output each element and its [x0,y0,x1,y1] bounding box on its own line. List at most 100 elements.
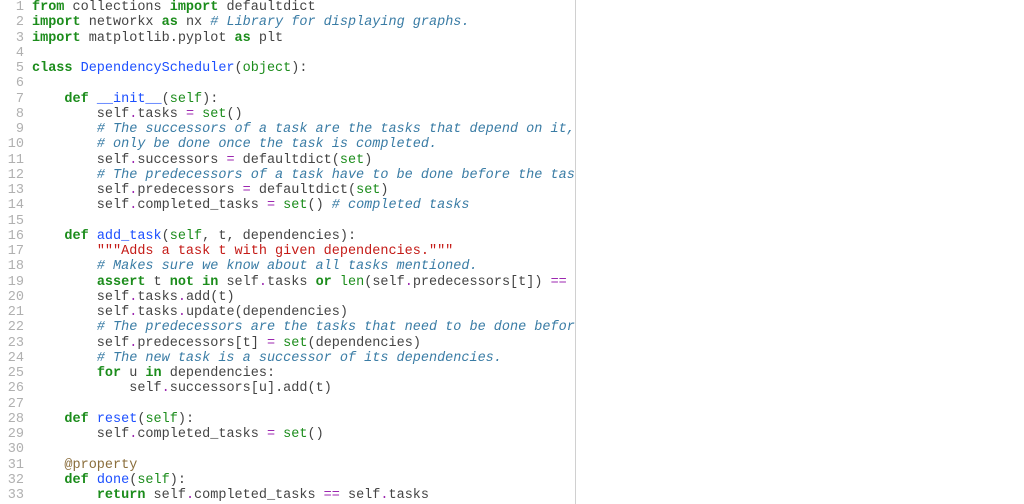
token-name [32,137,97,152]
code-line[interactable] [32,76,576,91]
code-line[interactable]: """Adds a task t with given dependencies… [32,244,576,259]
code-line[interactable]: self.tasks.add(t) [32,290,576,305]
token-paren: ( [235,305,243,320]
token-name: self [154,488,186,503]
code-line[interactable]: def done(self): [32,473,576,488]
token-paren: ]) [526,275,550,290]
token-name: predecessors [413,275,510,290]
token-name: t [154,275,170,290]
code-line[interactable]: class DependencyScheduler(object): [32,61,576,76]
code-line[interactable]: # The successors of a task are the tasks… [32,122,576,137]
code-line[interactable]: self.predecessors[t] = set(dependencies) [32,336,576,351]
token-name: self [32,183,129,198]
token-name: u [259,381,267,396]
code-line[interactable] [32,442,576,457]
code-line[interactable]: self.successors = defaultdict(set) [32,153,576,168]
token-name: self [32,427,129,442]
token-name [32,92,64,107]
token-name: collections [73,0,170,15]
token-name: successors [170,381,251,396]
token-name: update [186,305,235,320]
code-line[interactable]: # The predecessors are the tasks that ne… [32,320,576,335]
code-line[interactable]: def reset(self): [32,412,576,427]
token-comment: # Makes sure we know about all tasks men… [97,259,478,274]
token-comment: # The new task is a successor of its dep… [97,351,502,366]
token-name: tasks [389,488,430,503]
token-kw: not in [170,275,227,290]
token-name: add [186,290,210,305]
token-name [32,412,64,427]
token-kw: or [316,275,340,290]
line-number: 6 [0,76,24,91]
code-content[interactable]: from collections import defaultdictimpor… [30,0,576,503]
token-fn: add_task [97,229,162,244]
token-paren: [ [510,275,518,290]
code-line[interactable] [32,46,576,61]
token-name [32,488,97,503]
code-line[interactable]: # Makes sure we know about all tasks men… [32,259,576,274]
token-name [32,275,97,290]
code-area[interactable]: 1234567891011121314151617181920212223242… [0,0,575,503]
code-line[interactable] [32,214,576,229]
code-line[interactable]: for u in dependencies: [32,366,576,381]
token-name: tasks [137,290,178,305]
code-line[interactable]: assert t not in self.tasks or len(self.p… [32,275,576,290]
token-name: predecessors [137,336,234,351]
code-line[interactable]: # The new task is a successor of its dep… [32,351,576,366]
code-line[interactable]: self.completed_tasks = set() [32,427,576,442]
token-op: = [267,336,283,351]
token-op: = [267,198,283,213]
code-line[interactable]: self.successors[u].add(t) [32,381,576,396]
token-name: self [32,305,129,320]
line-number: 28 [0,412,24,427]
line-number: 25 [0,366,24,381]
line-number: 21 [0,305,24,320]
token-import-kw: import [32,15,89,30]
token-op: = [243,183,259,198]
code-line[interactable]: self.tasks = set() [32,107,576,122]
token-name: t [316,381,324,396]
token-name: tasks [137,305,178,320]
token-kw: return [97,488,154,503]
token-op: = [186,107,202,122]
token-name: add [283,381,307,396]
code-line[interactable]: self.predecessors = defaultdict(set) [32,183,576,198]
code-line[interactable] [32,397,576,412]
code-line[interactable]: # only be done once the task is complete… [32,137,576,152]
line-number: 2 [0,15,24,30]
token-name: self [32,290,129,305]
line-number: 29 [0,427,24,442]
token-name: defaultdict [226,0,315,15]
token-comment: # Library for displaying graphs. [210,15,469,30]
token-name: self [32,198,129,213]
code-line[interactable]: self.completed_tasks = set() # completed… [32,198,576,213]
code-line[interactable]: def __init__(self): [32,92,576,107]
editor-pane[interactable]: 1234567891011121314151617181920212223242… [0,0,576,504]
line-number: 9 [0,122,24,137]
token-name [32,351,97,366]
code-line[interactable]: # The predecessors of a task have to be … [32,168,576,183]
token-paren: ( [162,229,170,244]
token-paren: ) [324,381,332,396]
code-line[interactable]: import networkx as nx # Library for disp… [32,15,576,30]
token-paren: ( [307,336,315,351]
code-line[interactable]: def add_task(self, t, dependencies): [32,229,576,244]
line-number: 19 [0,275,24,290]
code-line[interactable]: from collections import defaultdict [32,0,576,15]
token-comment: # only be done once the task is complete… [97,137,437,152]
token-name: nx [186,15,210,30]
line-number: 30 [0,442,24,457]
token-paren: ) [380,183,388,198]
line-number: 11 [0,153,24,168]
line-number: 14 [0,198,24,213]
token-self-kw: self [170,229,202,244]
token-def-kw: def [64,473,96,488]
code-line[interactable]: return self.completed_tasks == self.task… [32,488,576,503]
token-cls: DependencyScheduler [81,61,235,76]
token-name [32,366,97,381]
token-builtin: set [340,153,364,168]
code-line[interactable]: @property [32,458,576,473]
code-line[interactable]: import matplotlib.pyplot as plt [32,31,576,46]
token-paren: ] [251,336,267,351]
code-line[interactable]: self.tasks.update(dependencies) [32,305,576,320]
